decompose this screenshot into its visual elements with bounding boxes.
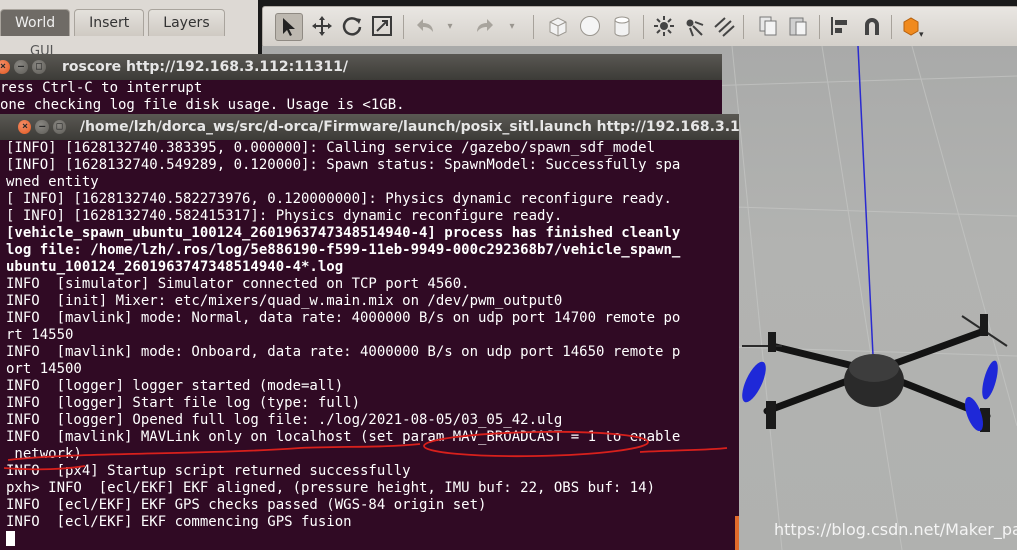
terminal-line: INFO [logger] logger started (mode=all) xyxy=(6,378,344,394)
toolbar-separator xyxy=(891,15,892,39)
watermark-text: https://blog.csdn.net/Maker_pace xyxy=(774,520,1017,539)
window-title: /home/lzh/dorca_ws/src/d-orca/Firmware/l… xyxy=(79,119,739,135)
toolbar-separator xyxy=(819,15,820,39)
directional-light-icon[interactable] xyxy=(711,13,737,39)
rotate-icon[interactable] xyxy=(339,13,365,39)
terminal-line: INFO [mavlink] mode: Onboard, data rate:… xyxy=(6,344,681,360)
undo-dropdown-icon[interactable]: ▾ xyxy=(437,13,463,39)
terminal-line: INFO [init] Mixer: etc/mixers/quad_w.mai… xyxy=(6,293,563,309)
undo-icon[interactable] xyxy=(411,13,437,39)
terminal-line: pxh> INFO [ecl/EKF] EKF aligned, (pressu… xyxy=(6,480,656,496)
toolbar-separator xyxy=(403,15,404,39)
select-arrow-icon[interactable] xyxy=(275,13,303,41)
gazebo-tab-bar: World Insert Layers xyxy=(0,8,229,36)
terminal-line: [ INFO] [1628132740.582273976, 0.1200000… xyxy=(6,191,672,207)
snap-icon[interactable] xyxy=(859,13,885,39)
point-light-icon[interactable] xyxy=(651,13,677,39)
close-icon[interactable]: × xyxy=(0,60,10,74)
terminal-line: one checking log file disk usage. Usage … xyxy=(0,97,405,113)
cylinder-shape-icon[interactable] xyxy=(609,13,635,39)
terminal-line: ress Ctrl-C to interrupt xyxy=(0,80,203,96)
launch-titlebar[interactable]: × – □ /home/lzh/dorca_ws/src/d-orca/Firm… xyxy=(0,114,739,140)
tab-world[interactable]: World xyxy=(0,9,71,36)
redo-icon[interactable] xyxy=(473,13,499,39)
terminal-line: INFO [logger] Opened full log file: ./lo… xyxy=(6,412,563,428)
terminal-output: [INFO] [1628132740.383395, 0.000000]: Ca… xyxy=(6,140,739,548)
terminal-scrollbar[interactable] xyxy=(735,516,739,550)
terminal-line: [INFO] [1628132740.383395, 0.000000]: Ca… xyxy=(6,140,656,156)
close-icon[interactable]: × xyxy=(18,120,32,134)
window-title: roscore http://192.168.3.112:11311/ xyxy=(62,59,349,75)
terminal-line: INFO [mavlink] MAVLink only on localhost… xyxy=(6,429,681,445)
scale-icon[interactable] xyxy=(369,13,395,39)
minimize-icon[interactable]: – xyxy=(35,120,49,134)
terminal-line: INFO [ecl/EKF] EKF GPS checks passed (WG… xyxy=(6,497,487,513)
tab-layers[interactable]: Layers xyxy=(148,9,225,36)
terminal-line: ort 14500 xyxy=(6,361,82,377)
gazebo-toolbar: ▾ ▾ ▾ xyxy=(262,6,1017,48)
translate-icon[interactable] xyxy=(309,13,335,39)
terminal-line: [ INFO] [1628132740.582415317]: Physics … xyxy=(6,208,563,224)
text-cursor xyxy=(6,531,15,546)
terminal-line: INFO [mavlink] mode: Normal, data rate: … xyxy=(6,310,681,326)
terminal-output: ress Ctrl-C to interrupt one checking log… xyxy=(0,80,722,114)
maximize-icon[interactable]: □ xyxy=(52,120,66,134)
terminal-line: [vehicle_spawn_ubuntu_100124_26019637473… xyxy=(6,225,681,241)
terminal-line: ubuntu_100124_2601963747348514940-4*.log xyxy=(6,259,344,275)
terminal-line: [INFO] [1628132740.549289, 0.120000]: Sp… xyxy=(6,157,681,173)
terminal-line: network) xyxy=(6,446,82,462)
terminal-line: wned entity xyxy=(6,174,99,190)
spot-light-icon[interactable] xyxy=(681,13,707,39)
prompt-line[interactable] xyxy=(6,531,739,548)
toolbar-separator xyxy=(743,15,744,39)
box-shape-icon[interactable] xyxy=(545,13,571,39)
align-icon[interactable] xyxy=(827,13,853,39)
copy-icon[interactable] xyxy=(755,13,781,39)
terminal-line: rt 14550 xyxy=(6,327,74,343)
tab-insert[interactable]: Insert xyxy=(74,9,145,36)
launch-terminal[interactable]: × – □ /home/lzh/dorca_ws/src/d-orca/Firm… xyxy=(0,114,739,550)
terminal-line: INFO [ecl/EKF] EKF commencing GPS fusion xyxy=(6,514,352,530)
svg-text:▾: ▾ xyxy=(919,30,924,39)
color-palette-icon[interactable]: ▾ xyxy=(901,13,927,39)
terminal-line: INFO [logger] Start file log (type: full… xyxy=(6,395,361,411)
maximize-icon[interactable]: □ xyxy=(32,60,46,74)
terminal-line: INFO [px4] Startup script returned succe… xyxy=(6,463,411,479)
terminal-line: INFO [simulator] Simulator connected on … xyxy=(6,276,470,292)
paste-icon[interactable] xyxy=(785,13,811,39)
minimize-icon[interactable]: – xyxy=(14,60,28,74)
terminal-line: log file: /home/lzh/.ros/log/5e886190-f5… xyxy=(6,242,681,258)
roscore-titlebar[interactable]: × – □ roscore http://192.168.3.112:11311… xyxy=(0,54,722,80)
toolbar-separator xyxy=(533,15,534,39)
toolbar-separator xyxy=(643,15,644,39)
redo-dropdown-icon[interactable]: ▾ xyxy=(499,13,525,39)
sphere-shape-icon[interactable] xyxy=(577,13,603,39)
